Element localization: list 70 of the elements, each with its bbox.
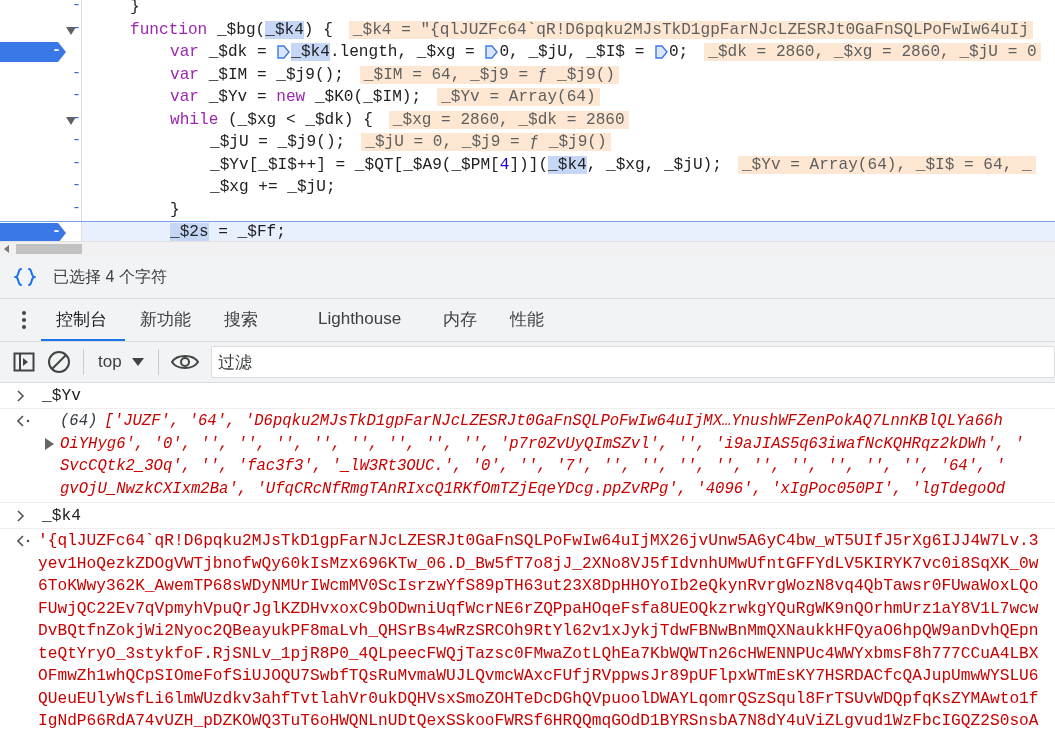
code-line: _$xg += _$jU; (210, 178, 336, 197)
context-dropdown[interactable]: top (96, 352, 146, 372)
sidebar-toggle-icon[interactable] (13, 352, 35, 372)
inline-value: _$IM = 64, _$j9 = ƒ _$j9() (359, 65, 619, 84)
breakpoint-marker[interactable] (0, 42, 66, 62)
code-line: _$jU = _$j9(); (210, 133, 346, 152)
inline-value: _$Yv = Array(64), _$I$ = 64, _ (737, 155, 1036, 174)
filter-field[interactable]: 过滤 (210, 346, 1055, 378)
code-line: var _$Yv = new _$K0(_$IM); (170, 88, 422, 107)
line-marker: - (52, 223, 61, 240)
string-value: yev1HoQezkZDOgVWTjbnofwQy60kIsMzx696KTw_06.D_Bw5fT7o8jJ_2XNo8VJ5fIdvnhUMwUfntGFFYdLV5KIRYK7vc0i8SqXK_0w (38, 554, 1039, 573)
string-value: OFmwZh1whQCpSIOmeFofSiUJOQU7SwbfTQsRuMvmaWUJLQvmcWAxcFUfjRVppwsJr89pUFlpxWTmEsKY7HSRDACfcQAJupUmwWYSLU6 (38, 667, 1039, 686)
string-value: DvBQtfnZokjWi2Nyoc2QBeayukPF8maLvh_QHSrBs4wRzSRCOh9RtYl62v1xJykjTdwFBNwBnMmQXNaukkHFQyaO6hpQW9anDvhQEpn (38, 622, 1039, 641)
code-line: var _$IM = _$j9(); (170, 65, 344, 84)
line-marker: - (52, 42, 61, 59)
string-value: 6ToKWwy362K_AwemTP68sWDyNMUrIWcmMV0ScIsrzwYfS89pTH63ut23X8DpHHOYoIb2eQkynRvrgWozN8vq4QbTawsr0FUwaWoxLQo (38, 577, 1039, 596)
array-length: (64) (60, 412, 98, 431)
array-preview: SvcCQtk2_3Oq', '', 'fac3f3', '_lW3Rt3OUC.', '0', '', '7', '', '', '', '', '', '', '', '', '', '64', ' (60, 457, 1006, 476)
prompt-icon (17, 389, 25, 402)
caret-icon (131, 358, 144, 366)
panel-tab[interactable]: 新功能 (125, 299, 209, 341)
selection-status: 已选择 4 个字符 (53, 266, 167, 287)
panel-tab[interactable]: 内存 (428, 299, 496, 341)
code-line: } (170, 200, 180, 219)
panel-tab[interactable]: Lighthouse (303, 299, 429, 341)
line-marker: - (72, 132, 81, 149)
clear-console-icon[interactable] (47, 350, 71, 374)
panel-tab[interactable]: 性能 (495, 299, 563, 341)
code-line: var _$dk = _$k4.length, _$xg = 0, _$jU, _$I$ = 0; (170, 43, 689, 62)
code-line: while (_$xg < _$dk) { (170, 110, 373, 129)
console-command: _$k4 (42, 506, 81, 525)
console-command: _$Yv (42, 386, 81, 405)
code-line: } (130, 0, 140, 17)
eye-icon[interactable] (170, 352, 199, 372)
more-menu-icon[interactable] (21, 310, 27, 330)
line-marker: - (72, 177, 81, 194)
inline-value: _$dk = 2860, _$xg = 2860, _$jU = 0 (704, 43, 1041, 62)
scroll-left-icon[interactable] (3, 244, 11, 254)
horizontal-scrollbar[interactable] (0, 241, 1055, 256)
line-marker: - (72, 87, 81, 104)
line-marker: - (72, 154, 81, 172)
code-line: function _$bg(_$k4) { (130, 20, 333, 39)
line-marker: - (72, 19, 81, 37)
line-marker: - (72, 0, 81, 14)
line-marker: - (72, 109, 81, 127)
pretty-print-icon[interactable] (14, 267, 36, 287)
string-value: FUwjQC22Ev7qVpmyhVpuQrJglKZDHvxoxC9bODwniUqfWcrNE6rZQPpaHOqeFsfa8UEOQkzrwkgYQuRgWK9nQOrhmUrz1aY8V1L7wcw (38, 599, 1039, 618)
inline-value: _$Yv = Array(64) (437, 88, 600, 107)
string-value: '{qlJUZFc64`qR!D6pqku2MJsTkD1gpFarNJcLZESRJt0GaFnSQLPoFwIw64uIjMX26jvUnw5A6yC4bw_wT5UIfJ5rXg6IJJ4W7Lv.3 (38, 532, 1039, 551)
line-marker: - (72, 199, 81, 217)
inline-value: _$jU = 0, _$j9 = ƒ _$j9() (361, 133, 611, 152)
string-value: teQtYryO_3stykfoF.RjSNLv_1pjR8P0_4QLpeecFWQjTazsc0FMwaZotLQhEa7KbWQWTn26cHWENNPUc4WWYxbmsF8h777CCuA4LBX (38, 644, 1039, 663)
line-marker: - (72, 64, 81, 82)
inline-value: _$xg = 2860, _$dk = 2860 (388, 110, 629, 129)
code-line: _$2s = _$Ff; (170, 223, 286, 241)
string-value: QUeuEUlyWsfLi6lmWUzdkv3ahfTvtlahVr0ukDQHVsxSmoZOHTeDcDGhQVpuoolDWAYLqomrQSzSqul8FrTSUvWDQpfqKsZYMAwto1f (38, 689, 1039, 708)
result-icon (17, 415, 31, 428)
result-icon (17, 535, 31, 548)
string-value: IgNdP66RdA74vUZH_pDZKOWQ3TuT6oHWQNLnUDtQexSSkooFWRSf6HRQQmqGOdD1BYRSnsbA7N8dY4uViZLgvud1WzFbcIGQZ2S0soA (38, 712, 1039, 731)
scrollbar-thumb[interactable] (16, 244, 82, 254)
expand-arrow-icon[interactable] (44, 437, 54, 450)
fold-arrow-icon[interactable] (66, 26, 76, 35)
prompt-icon (17, 509, 25, 522)
fold-arrow-icon[interactable] (66, 116, 76, 125)
array-preview: ['JUZF', '64', 'D6pqku2MJsTkD1gpFarNJcLZESRJt0GaFnSQLPoFwIw64uIjMX…YnushWFZenPokAQ7LnnKBlQLYa66h (104, 412, 1003, 431)
inline-value: _$k4 = "{qlJUZFc64`qR!D6pqku2MJsTkD1gpFarNJcLZESRJt0GaFnSQLPoFwIw64uIj (348, 20, 1033, 39)
array-preview: OiYHyg6', '0', '', '', '', '', '', '', '', '', 'p7r0ZvUyQImSZvl', '', 'i9aJIAS5q63iwafNcKQHRqz2kDWh', ' (60, 434, 1024, 453)
panel-tab[interactable]: 搜索 (209, 299, 303, 341)
code-line: _$Yv[_$I$++] = _$QT[_$A9(_$PM[4])](_$k4, _$xg, _$jU); (210, 155, 722, 174)
array-preview: gvOjU_NwzkCXIxm2Ba', 'UfqCRcNfRmgTAnRIxcQ1RKfOmTZjEqeYDcg.ppZvRPg', '4096', 'xIgPoc050PI', 'lgTdegoOd (60, 479, 1006, 498)
